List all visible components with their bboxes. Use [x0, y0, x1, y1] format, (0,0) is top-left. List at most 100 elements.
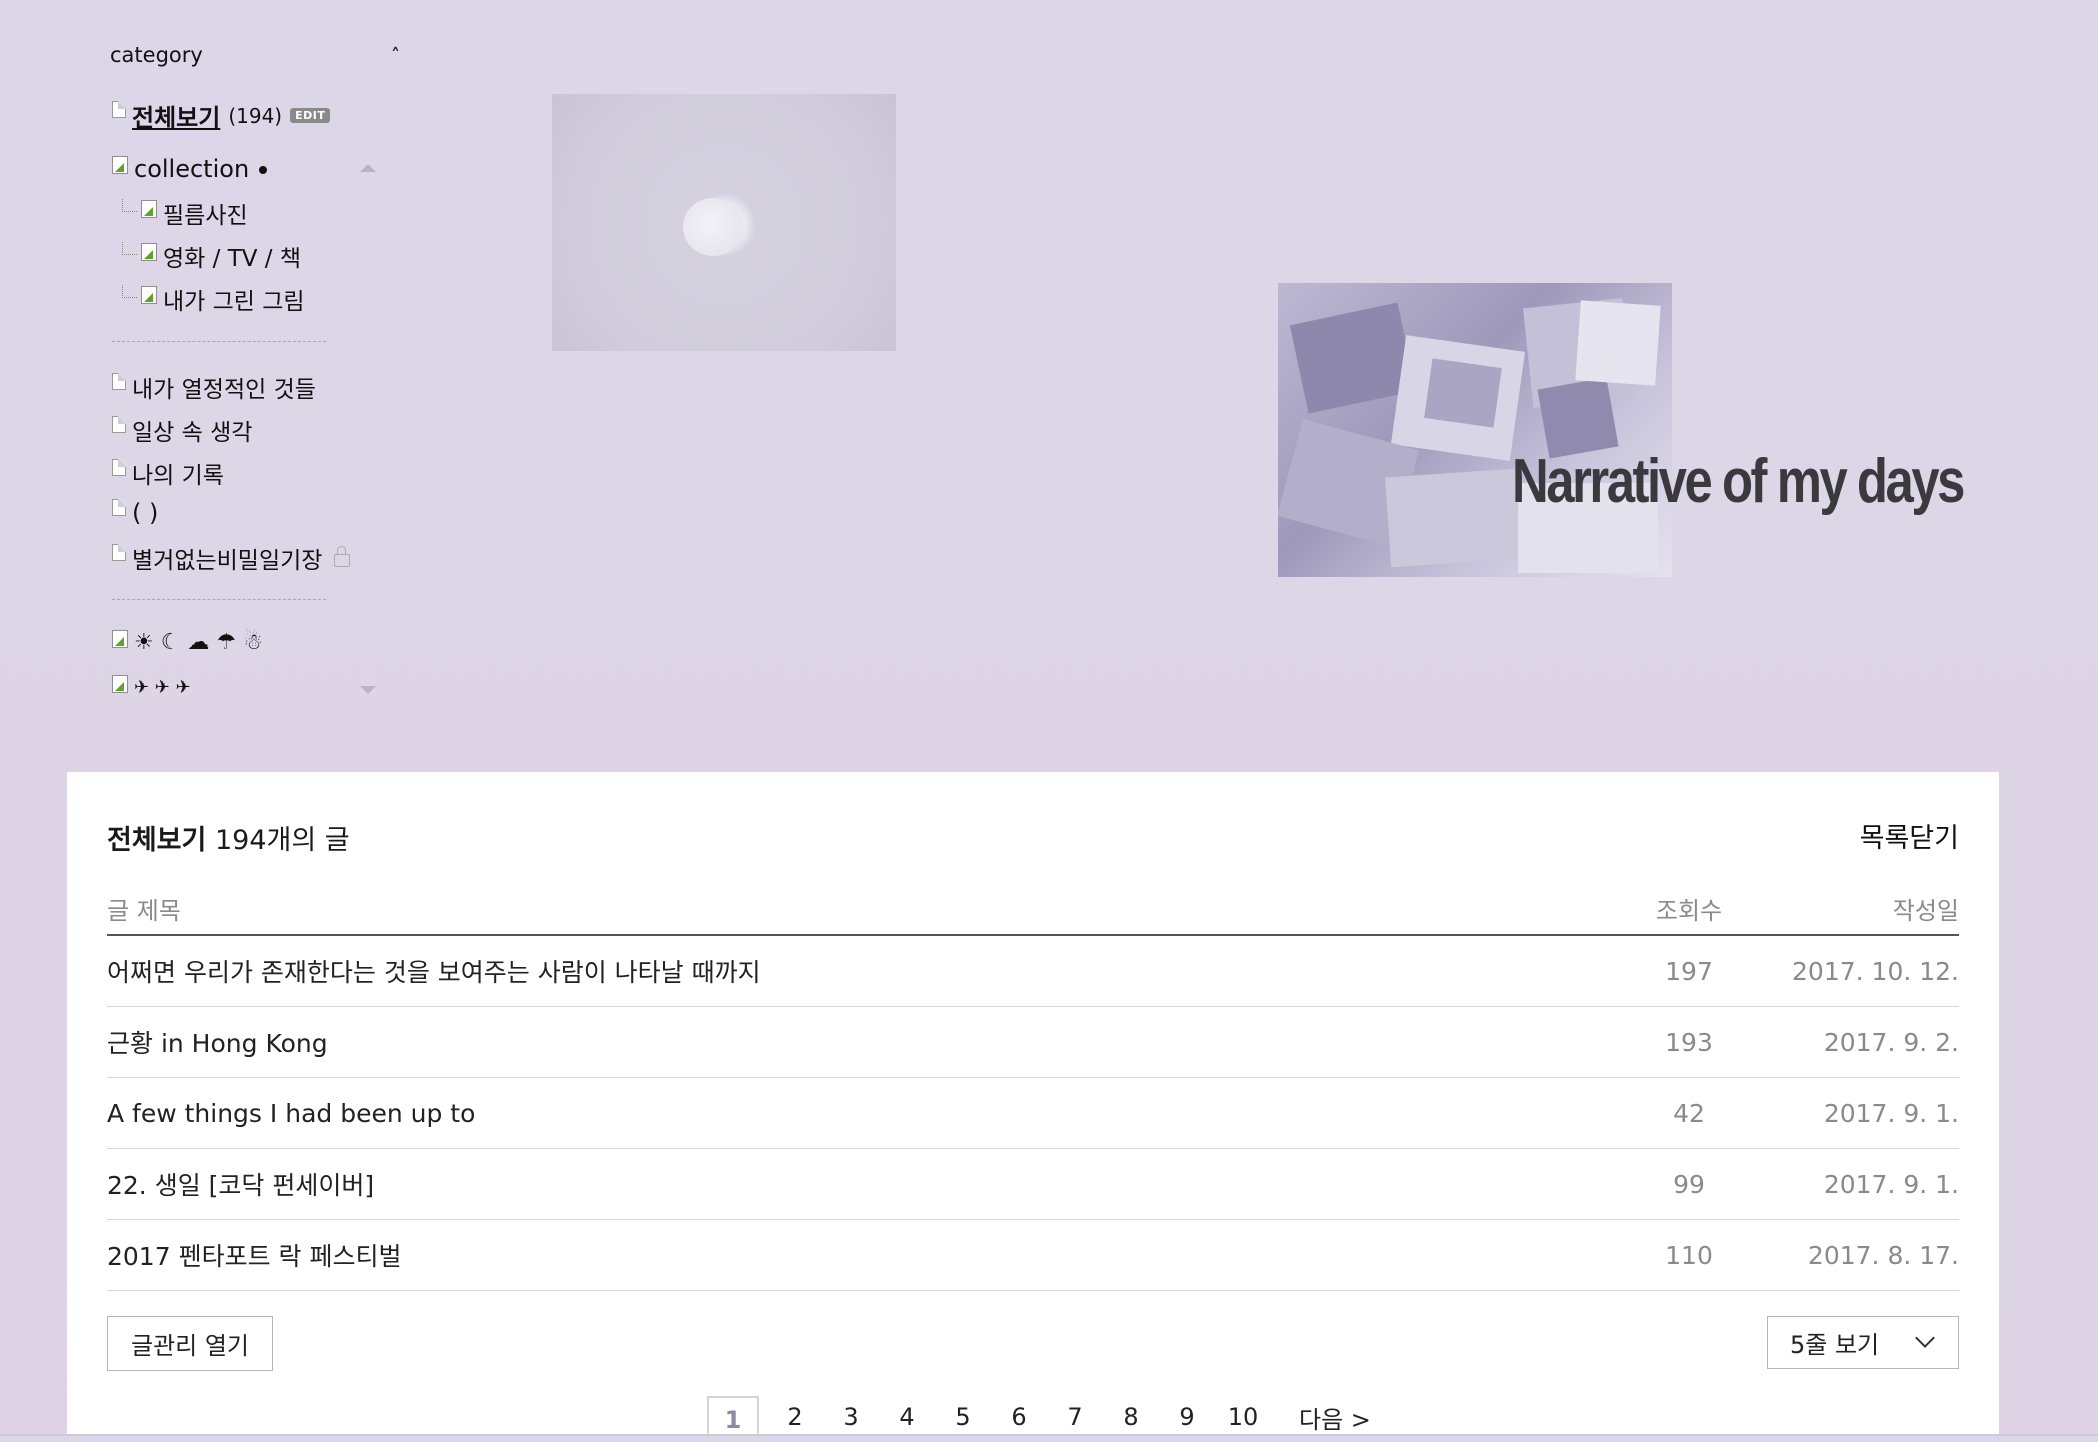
- sidebar-item-secret-diary[interactable]: 별거없는비밀일기장: [112, 541, 351, 575]
- rows-per-page-select[interactable]: 5줄 보기: [1767, 1316, 1959, 1369]
- sidebar-item-drawings[interactable]: 내가 그린 그림: [112, 282, 305, 316]
- sidebar-item-my-records[interactable]: 나의 기록: [112, 456, 224, 490]
- divider: [112, 341, 326, 342]
- sidebar-item-label: 내가 열정적인 것들: [132, 377, 316, 403]
- sidebar-item-label: 내가 그린 그림: [163, 289, 305, 315]
- table-row[interactable]: A few things I had been up to 42 2017. 9…: [107, 1078, 1959, 1149]
- post-date: 2017. 9. 1.: [1823, 1169, 1959, 1199]
- rows-per-page-value: 5줄 보기: [1790, 1331, 1880, 1359]
- next-page-link[interactable]: 다음 >: [1299, 1400, 1371, 1435]
- page-link-current[interactable]: 1: [707, 1396, 759, 1438]
- post-views: 110: [1665, 1240, 1713, 1270]
- lock-icon: [334, 545, 351, 567]
- sidebar-item-weather[interactable]: ☀ ☾ ☁ ☂ ☃: [112, 629, 263, 655]
- list-heading-title: 전체보기: [107, 825, 207, 856]
- post-list-panel: 전체보기 194개의 글 목록닫기 글 제목 조회수 작성일 어쩌면 우리가 존…: [67, 772, 1999, 1438]
- sidebar-item-passions[interactable]: 내가 열정적인 것들: [112, 370, 316, 404]
- column-title: 글 제목: [107, 896, 181, 925]
- blog-title: Narrative of my days: [1512, 447, 1965, 516]
- post-views: 42: [1673, 1098, 1705, 1128]
- document-icon: [112, 543, 126, 561]
- page-link[interactable]: 2: [767, 1403, 823, 1431]
- category-all-label[interactable]: 전체보기: [132, 98, 220, 133]
- sidebar-item-label: 영화 / TV / 책: [163, 246, 302, 272]
- sidebar-item-label: 일상 속 생각: [132, 420, 253, 446]
- post-date: 2017. 10. 12.: [1792, 956, 1959, 986]
- sidebar-item-film[interactable]: 필름사진: [112, 196, 248, 230]
- image-icon: [141, 200, 157, 218]
- document-icon: [112, 458, 126, 476]
- table-row[interactable]: 22. 생일 [코닥 펀세이버] 99 2017. 9. 1.: [107, 1149, 1959, 1220]
- image-icon: [141, 243, 157, 261]
- divider: [112, 599, 326, 600]
- post-title[interactable]: 22. 생일 [코닥 펀세이버]: [107, 1166, 1629, 1202]
- close-list-button[interactable]: 목록닫기: [1860, 816, 1959, 855]
- page-link[interactable]: 6: [991, 1403, 1047, 1431]
- document-icon: [112, 415, 126, 433]
- post-views: 193: [1665, 1027, 1713, 1057]
- manage-posts-button[interactable]: 글관리 열기: [107, 1316, 273, 1371]
- table-header: 글 제목 조회수 작성일: [107, 882, 1959, 936]
- sidebar-item-label: collection: [134, 155, 250, 183]
- page-link[interactable]: 8: [1103, 1403, 1159, 1431]
- post-title[interactable]: 어쩌면 우리가 존재한다는 것을 보여주는 사람이 나타날 때까지: [107, 953, 1629, 989]
- edit-button[interactable]: EDIT: [290, 108, 331, 123]
- tree-connector: [122, 284, 137, 298]
- tree-connector: [122, 198, 137, 212]
- chevron-down-icon: [1915, 1327, 1935, 1348]
- table-row[interactable]: 어쩌면 우리가 존재한다는 것을 보여주는 사람이 나타날 때까지 197 20…: [107, 936, 1959, 1007]
- column-views: 조회수: [1655, 896, 1723, 925]
- post-date: 2017. 9. 1.: [1823, 1098, 1959, 1128]
- tree-connector: [122, 241, 137, 255]
- sidebar-item-label: ( ): [132, 499, 159, 527]
- sidebar-item-label: 별거없는비밀일기장: [132, 548, 323, 574]
- sidebar-item-movie-tv-book[interactable]: 영화 / TV / 책: [112, 239, 301, 273]
- category-title: category: [110, 43, 203, 67]
- page-link[interactable]: 7: [1047, 1403, 1103, 1431]
- sidebar-item-travel[interactable]: ✈ ✈ ✈: [112, 674, 191, 698]
- table-row[interactable]: 근황 in Hong Kong 193 2017. 9. 2.: [107, 1007, 1959, 1078]
- image-icon: [112, 629, 128, 648]
- category-all[interactable]: 전체보기 (194) EDIT: [112, 98, 331, 133]
- sidebar-item-label: 필름사진: [163, 203, 248, 229]
- page-link[interactable]: 5: [935, 1403, 991, 1431]
- sidebar-item-label: 나의 기록: [132, 463, 224, 489]
- post-views: 99: [1673, 1169, 1705, 1199]
- post-date: 2017. 8. 17.: [1807, 1240, 1959, 1270]
- post-table: 글 제목 조회수 작성일 어쩌면 우리가 존재한다는 것을 보여주는 사람이 나…: [107, 882, 1959, 1291]
- list-heading: 전체보기 194개의 글: [107, 818, 350, 857]
- image-icon: [112, 674, 128, 693]
- column-date: 작성일: [1892, 896, 1959, 925]
- sidebar-item-collection[interactable]: collection: [112, 155, 268, 183]
- moon-photo: [552, 94, 896, 351]
- banner-image: [1278, 283, 1672, 577]
- page-link[interactable]: 4: [879, 1403, 935, 1431]
- scroll-down-arrow-icon[interactable]: [360, 686, 376, 694]
- moon-shape: [683, 198, 743, 256]
- post-title[interactable]: 2017 펜타포트 락 페스티벌: [107, 1237, 1629, 1273]
- document-icon: [112, 498, 126, 516]
- page-link[interactable]: 10: [1215, 1403, 1271, 1431]
- document-icon: [112, 372, 126, 390]
- sidebar-item-label: ☀ ☾ ☁ ☂ ☃: [134, 630, 263, 655]
- post-views: 197: [1665, 956, 1713, 986]
- page-link[interactable]: 3: [823, 1403, 879, 1431]
- scroll-up-arrow-icon[interactable]: [360, 164, 376, 172]
- sidebar-item-label: ✈ ✈ ✈: [134, 677, 191, 698]
- category-header: category ˄: [110, 40, 400, 70]
- post-title[interactable]: A few things I had been up to: [107, 1099, 1629, 1128]
- pagination: 1 2 3 4 5 6 7 8 9 10 다음 >: [707, 1396, 1371, 1438]
- category-all-count: (194): [228, 103, 283, 128]
- post-date: 2017. 9. 2.: [1823, 1027, 1959, 1057]
- new-dot-icon: [259, 166, 268, 174]
- caret-up-icon[interactable]: ˄: [391, 45, 400, 66]
- table-row[interactable]: 2017 펜타포트 락 페스티벌 110 2017. 8. 17.: [107, 1220, 1959, 1291]
- sidebar-item-daily-thoughts[interactable]: 일상 속 생각: [112, 413, 252, 447]
- post-title[interactable]: 근황 in Hong Kong: [107, 1024, 1629, 1060]
- sidebar-item-parens[interactable]: ( ): [112, 498, 159, 527]
- document-icon: [112, 101, 126, 118]
- image-icon: [141, 286, 157, 304]
- category-sidebar: category ˄: [110, 40, 410, 70]
- page-link[interactable]: 9: [1159, 1403, 1215, 1431]
- image-icon: [112, 156, 128, 174]
